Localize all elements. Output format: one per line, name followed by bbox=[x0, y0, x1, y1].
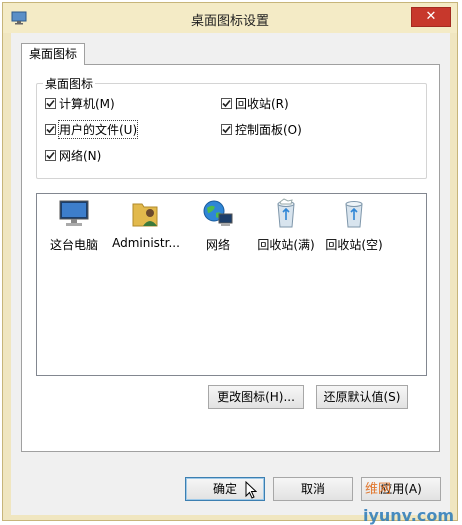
tab-panel: 桌面图标 计算机(M) 回收站(R) 用户的文件(U) 控制面板(O) 网络(N… bbox=[21, 64, 440, 452]
checkbox-label: 计算机(M) bbox=[59, 96, 115, 111]
restore-default-button[interactable]: 还原默认值(S) bbox=[316, 385, 408, 409]
check-icon[interactable] bbox=[221, 97, 232, 109]
dialog-window: 桌面图标设置 ✕ 桌面图标 桌面图标 计算机(M) 回收站(R) 用户的文件(U… bbox=[2, 2, 458, 521]
icon-label: 网络 bbox=[205, 238, 230, 252]
icon-label: 这台电脑 bbox=[49, 238, 98, 252]
mouse-cursor-icon bbox=[245, 480, 258, 502]
checkbox-label: 回收站(R) bbox=[235, 96, 289, 111]
tab-desktop-icons[interactable]: 桌面图标 bbox=[21, 43, 85, 65]
close-button[interactable]: ✕ bbox=[411, 7, 451, 27]
checkbox-computer[interactable]: 计算机(M) bbox=[45, 94, 115, 112]
icon-item-network[interactable]: 网络 bbox=[185, 198, 251, 253]
watermark-text: iyunv.com bbox=[362, 506, 454, 525]
checkbox-label: 用户的文件(U) bbox=[57, 119, 139, 139]
icon-label: 回收站(空) bbox=[325, 238, 383, 252]
network-globe-icon bbox=[203, 200, 233, 226]
icon-label: 回收站(满) bbox=[257, 238, 315, 252]
icon-item-recycle-bin-full[interactable]: 回收站(满) bbox=[253, 198, 319, 253]
checkbox-label: 网络(N) bbox=[59, 148, 102, 163]
computer-icon bbox=[59, 200, 89, 226]
user-folder-icon bbox=[132, 203, 158, 227]
checkbox-label: 控制面板(O) bbox=[235, 122, 302, 137]
dialog-client-area: 桌面图标 桌面图标 计算机(M) 回收站(R) 用户的文件(U) 控制面板(O)… bbox=[11, 33, 450, 515]
check-icon[interactable] bbox=[45, 149, 56, 161]
desktop-icons-groupbox: 桌面图标 计算机(M) 回收站(R) 用户的文件(U) 控制面板(O) 网络(N… bbox=[36, 75, 427, 179]
icon-item-user-folder[interactable]: Administr... bbox=[109, 198, 183, 250]
check-icon[interactable] bbox=[45, 97, 56, 109]
icon-item-this-pc[interactable]: 这台电脑 bbox=[41, 198, 107, 253]
watermark-text-cn: 维网 bbox=[365, 482, 392, 497]
window-title: 桌面图标设置 bbox=[190, 14, 269, 29]
groupbox-label: 桌面图标 bbox=[43, 75, 96, 92]
title-bar[interactable]: 桌面图标设置 ✕ bbox=[3, 3, 457, 33]
check-icon[interactable] bbox=[221, 123, 232, 135]
change-icon-button[interactable]: 更改图标(H)... bbox=[208, 385, 304, 409]
recycle-bin-empty-icon bbox=[345, 201, 363, 228]
icon-label: Administr... bbox=[112, 236, 180, 250]
checkbox-user-files[interactable]: 用户的文件(U) bbox=[45, 119, 139, 139]
checkbox-network[interactable]: 网络(N) bbox=[45, 146, 101, 164]
cancel-button[interactable]: 取消 bbox=[273, 477, 353, 501]
checkbox-control-panel[interactable]: 控制面板(O) bbox=[221, 120, 302, 138]
checkbox-recycle-bin[interactable]: 回收站(R) bbox=[221, 94, 289, 112]
check-icon[interactable] bbox=[45, 123, 56, 135]
icon-list-view[interactable]: 这台电脑 Administr... 网络 回收站(满) 回收站(空) bbox=[36, 193, 427, 376]
recycle-bin-full-icon bbox=[277, 198, 295, 228]
icon-item-recycle-bin-empty[interactable]: 回收站(空) bbox=[321, 198, 387, 253]
